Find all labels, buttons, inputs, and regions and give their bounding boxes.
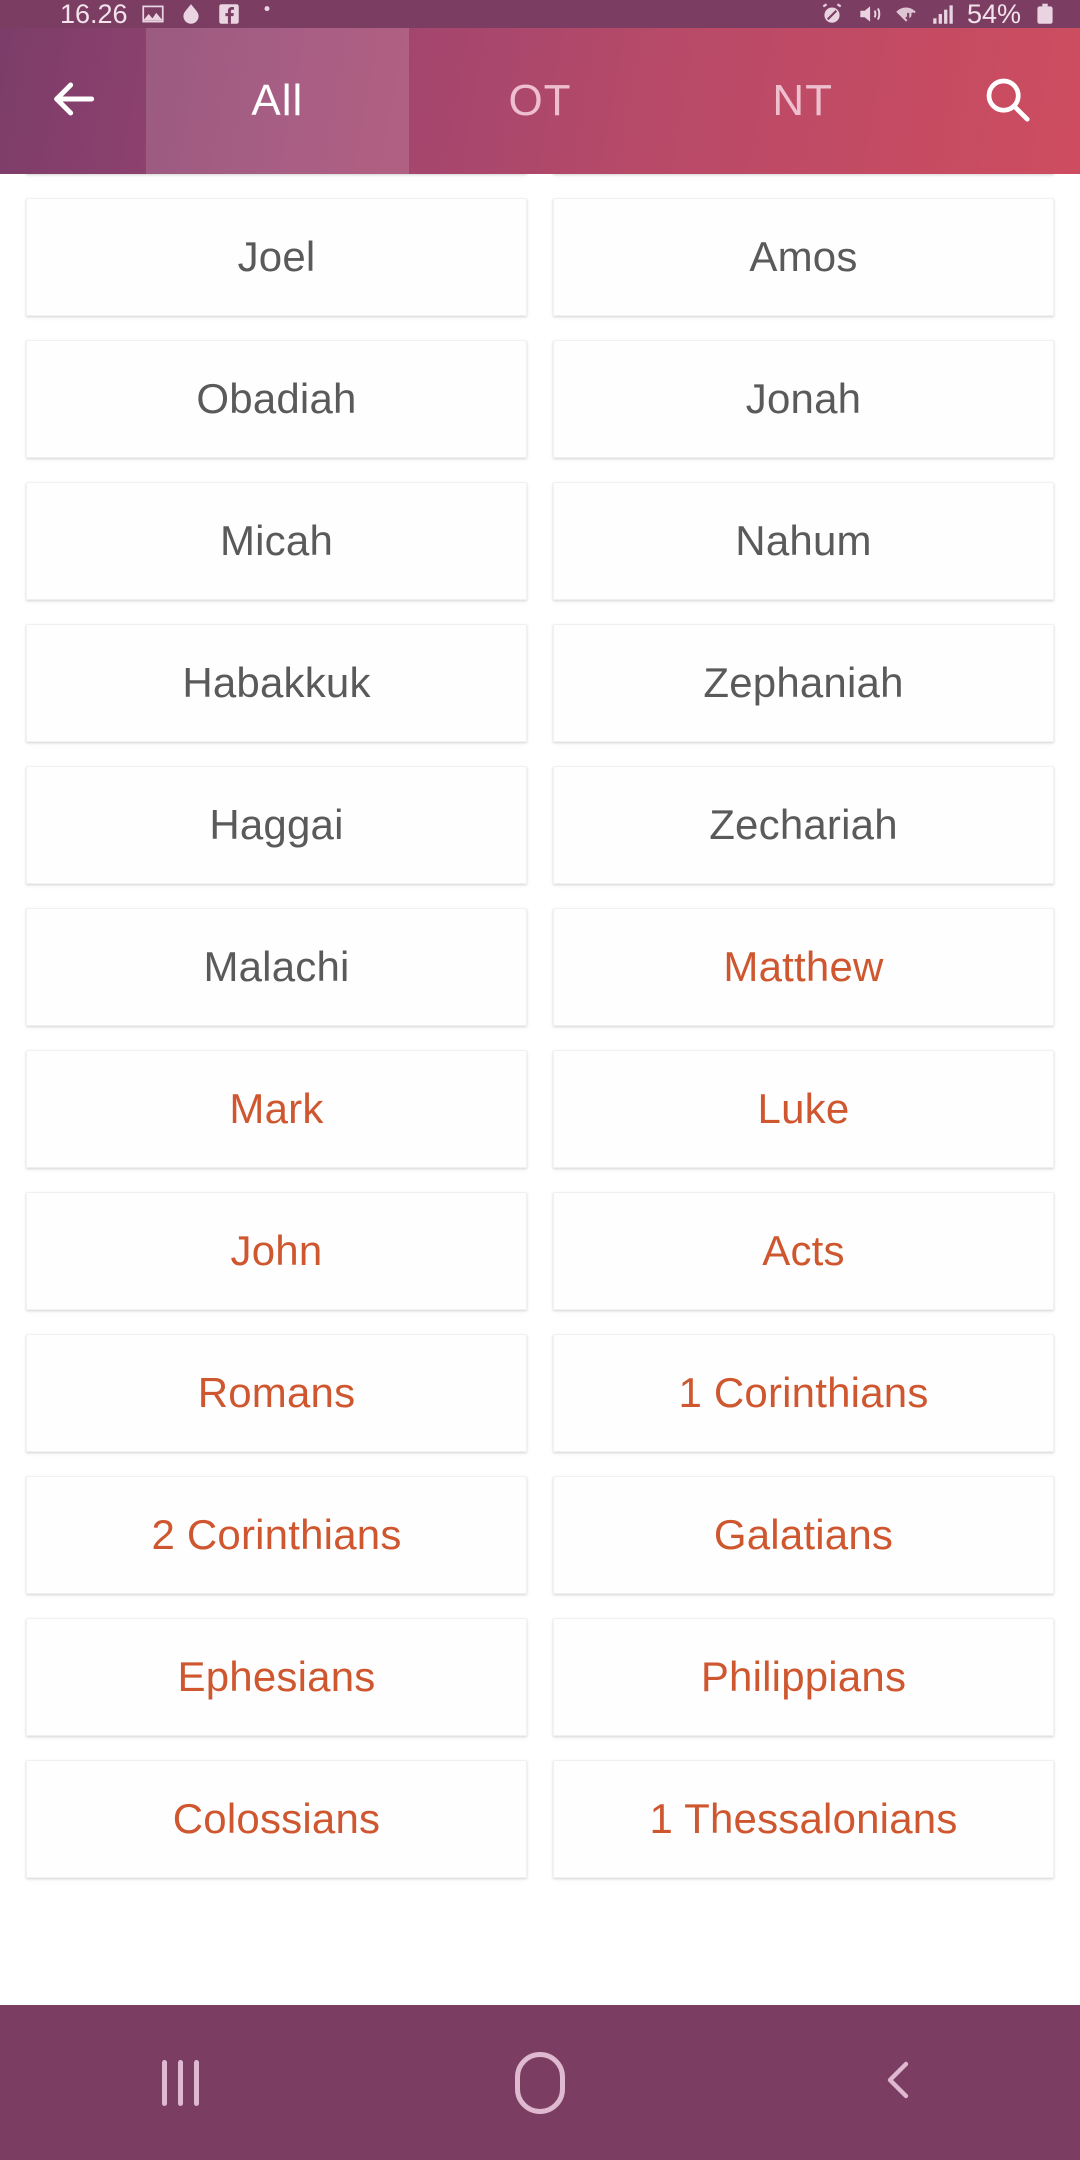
recents-button[interactable] xyxy=(0,2060,360,2106)
status-bar-left: 16.26 xyxy=(60,0,280,28)
book-grid: HoseaJoelAmosObadiahJonahMicahNahumHabak… xyxy=(0,174,1080,1878)
book-name: 2 Corinthians xyxy=(151,1511,401,1559)
book-cell[interactable]: Jonah xyxy=(553,340,1054,458)
battery-percent: 54% xyxy=(967,0,1021,28)
book-cell[interactable]: 1 Thessalonians xyxy=(553,1760,1054,1878)
wifi-data-icon xyxy=(893,1,919,27)
book-cell[interactable]: Malachi xyxy=(26,908,527,1026)
tab-ot-label: OT xyxy=(508,76,571,126)
book-name: Colossians xyxy=(173,1795,380,1843)
book-cell[interactable]: Nahum xyxy=(553,482,1054,600)
search-button[interactable] xyxy=(934,28,1080,174)
book-cell[interactable]: Galatians xyxy=(553,1476,1054,1594)
book-name: Micah xyxy=(220,517,333,565)
book-name: Nahum xyxy=(735,517,871,565)
status-bar-right: 54% xyxy=(819,0,1058,28)
battery-icon xyxy=(1032,1,1058,27)
back-button-nav[interactable] xyxy=(720,2056,1080,2109)
book-cell[interactable]: Mark xyxy=(26,1050,527,1168)
facebook-icon xyxy=(216,1,242,27)
status-bar: 16.26 xyxy=(0,0,1080,28)
alarm-muted-icon xyxy=(819,1,845,27)
tab-all[interactable]: All xyxy=(146,28,409,174)
book-name: Ephesians xyxy=(178,1653,376,1701)
book-name: Romans xyxy=(198,1369,356,1417)
book-cell[interactable]: John xyxy=(26,1192,527,1310)
recents-icon xyxy=(162,2060,199,2106)
book-name: Galatians xyxy=(714,1511,893,1559)
book-name: Habakkuk xyxy=(182,659,370,707)
book-name: Malachi xyxy=(203,943,349,991)
testament-tabs: All OT NT xyxy=(146,28,934,174)
back-button[interactable] xyxy=(0,28,146,174)
book-cell[interactable]: Philippians xyxy=(553,1618,1054,1736)
book-name: John xyxy=(231,1227,323,1275)
home-button[interactable] xyxy=(360,2052,720,2114)
book-cell[interactable]: 2 Corinthians xyxy=(26,1476,527,1594)
book-name: Mark xyxy=(229,1085,323,1133)
book-cell[interactable]: Acts xyxy=(553,1192,1054,1310)
book-name: Jonah xyxy=(746,375,861,423)
book-cell[interactable]: Matthew xyxy=(553,908,1054,1026)
book-cell[interactable]: Zechariah xyxy=(553,766,1054,884)
app-root: 16.26 xyxy=(0,0,1080,2160)
gallery-icon xyxy=(140,1,166,27)
book-name: Luke xyxy=(758,1085,850,1133)
book-name: Obadiah xyxy=(196,375,356,423)
book-cell[interactable]: Zephaniah xyxy=(553,624,1054,742)
book-name: Joel xyxy=(238,233,316,281)
book-cell[interactable]: Amos xyxy=(553,198,1054,316)
tab-nt-label: NT xyxy=(772,76,833,126)
book-cell[interactable]: Habakkuk xyxy=(26,624,527,742)
book-name: 1 Corinthians xyxy=(678,1369,928,1417)
signal-bars-icon xyxy=(930,1,956,27)
book-name: Amos xyxy=(749,233,857,281)
toolbar: All OT NT xyxy=(0,28,1080,174)
tab-nt[interactable]: NT xyxy=(671,28,934,174)
book-cell[interactable]: Luke xyxy=(553,1050,1054,1168)
book-cell[interactable]: Colossians xyxy=(26,1760,527,1878)
home-icon xyxy=(515,2052,565,2114)
book-cell[interactable]: Romans xyxy=(26,1334,527,1452)
tab-ot[interactable]: OT xyxy=(409,28,672,174)
book-name: Zechariah xyxy=(709,801,898,849)
arrow-left-icon xyxy=(45,71,101,132)
book-name: Matthew xyxy=(723,943,883,991)
book-cell[interactable]: Obadiah xyxy=(26,340,527,458)
book-name: Acts xyxy=(762,1227,844,1275)
volume-mute-icon xyxy=(856,1,882,27)
book-name: Zephaniah xyxy=(703,659,903,707)
book-cell[interactable]: Joel xyxy=(26,198,527,316)
chevron-left-icon xyxy=(876,2056,924,2109)
book-name: 1 Thessalonians xyxy=(649,1795,957,1843)
book-name: Haggai xyxy=(209,801,343,849)
status-time: 16.26 xyxy=(60,0,128,28)
system-nav-bar xyxy=(0,2005,1080,2160)
book-cell[interactable]: Ephesians xyxy=(26,1618,527,1736)
book-cell[interactable]: 1 Corinthians xyxy=(553,1334,1054,1452)
droplet-icon xyxy=(178,1,204,27)
book-list-scroll-area[interactable]: HoseaJoelAmosObadiahJonahMicahNahumHabak… xyxy=(0,174,1080,2005)
search-icon xyxy=(980,72,1034,131)
tab-all-label: All xyxy=(251,76,303,126)
book-name: Philippians xyxy=(701,1653,906,1701)
book-cell[interactable]: Micah xyxy=(26,482,527,600)
book-cell[interactable]: Haggai xyxy=(26,766,527,884)
dot-icon xyxy=(254,1,280,27)
